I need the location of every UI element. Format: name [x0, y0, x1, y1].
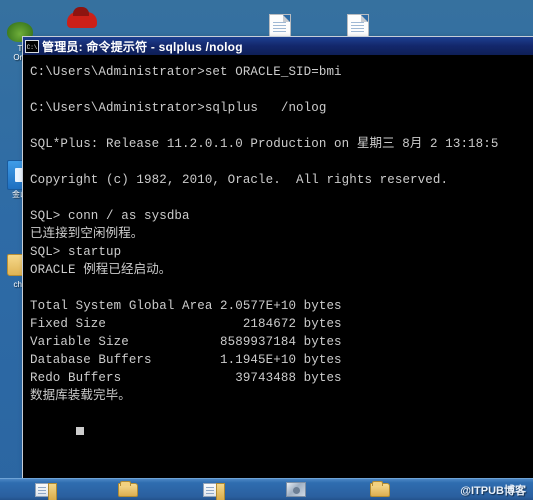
console-line: 已连接到空闲例程。 [30, 227, 144, 241]
taskbar-disc[interactable] [274, 480, 318, 500]
taskbar-document-1[interactable] [22, 480, 66, 500]
console-line: SQL*Plus: Release 11.2.0.1.0 Production … [30, 137, 499, 151]
watermark: @ITPUB博客 [460, 484, 526, 497]
console-output-area[interactable]: C:\Users\Administrator>set ORACLE_SID=bm… [23, 57, 533, 479]
console-line: Copyright (c) 1982, 2010, Oracle. All ri… [30, 173, 449, 187]
title-bar[interactable]: C:\ 管理员: 命令提示符 - sqlplus /nolog [23, 37, 533, 56]
console-line: Database Buffers 1.1945E+10 bytes [30, 353, 342, 367]
console-line: Variable Size 8589937184 bytes [30, 335, 342, 349]
taskbar[interactable]: @ITPUB博客 [0, 478, 533, 500]
console-icon: C:\ [25, 39, 39, 53]
car-icon [67, 7, 97, 28]
text-cursor [75, 427, 84, 435]
console-cursor-line [30, 405, 533, 459]
document-icon [203, 482, 225, 500]
taskbar-folder-1[interactable] [106, 480, 150, 500]
console-line: Redo Buffers 39743488 bytes [30, 371, 342, 385]
document-icon [35, 482, 57, 500]
console-line: Fixed Size 2184672 bytes [30, 317, 342, 331]
document-lines-icon [273, 22, 286, 23]
console-line: SQL> conn / as sysdba [30, 209, 190, 223]
document-lines-icon [351, 22, 364, 23]
folder-icon [370, 480, 390, 497]
taskbar-document-2[interactable] [190, 480, 234, 500]
folder-icon [118, 480, 138, 497]
console-line: Total System Global Area 2.0577E+10 byte… [30, 299, 342, 313]
console-line: C:\Users\Administrator>sqlplus /nolog [30, 101, 327, 115]
command-prompt-window[interactable]: C:\ 管理员: 命令提示符 - sqlplus /nolog C:\Users… [22, 36, 533, 480]
taskbar-folder-2[interactable] [358, 480, 402, 500]
console-line: SQL> startup [30, 245, 122, 259]
console-line: 数据库装载完毕。 [30, 389, 131, 403]
console-line: ORACLE 例程已经启动。 [30, 263, 172, 277]
window-title: 管理员: 命令提示符 - sqlplus /nolog [42, 39, 243, 54]
desktop-icon-car[interactable] [60, 6, 104, 30]
console-line: C:\Users\Administrator>set ORACLE_SID=bm… [30, 65, 342, 79]
disc-icon [286, 482, 306, 497]
